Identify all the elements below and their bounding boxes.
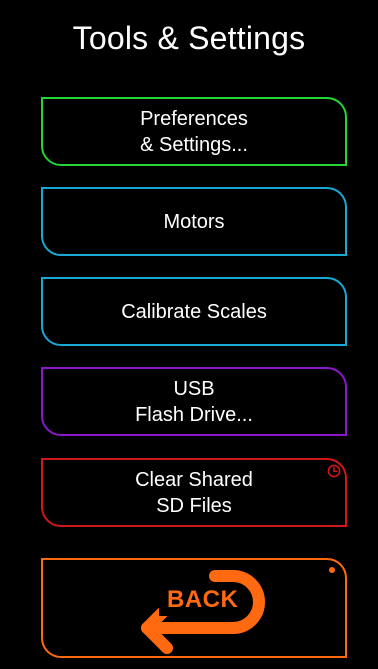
clear-sd-label-line2: SD Files <box>156 494 232 517</box>
usb-label-line1: USB <box>173 377 215 400</box>
usb-flash-drive-button[interactable]: USB Flash Drive... <box>41 367 347 436</box>
preferences-label-line2: & Settings... <box>140 133 248 156</box>
calibrate-scales-button[interactable]: Calibrate Scales <box>41 277 347 346</box>
clear-shared-sd-files-button[interactable]: Clear Shared SD Files <box>41 458 347 527</box>
page-title: Tools & Settings <box>72 20 306 56</box>
motors-button[interactable]: Motors <box>41 187 347 256</box>
back-label: BACK <box>167 586 239 613</box>
preferences-settings-button[interactable]: Preferences & Settings... <box>41 97 347 166</box>
usb-label-line2: Flash Drive... <box>135 403 253 426</box>
clock-icon <box>327 464 341 478</box>
calibrate-scales-label: Calibrate Scales <box>121 300 267 323</box>
back-button[interactable]: BACK <box>41 558 347 658</box>
motors-label: Motors <box>163 210 225 233</box>
clear-sd-label-line1: Clear Shared <box>135 468 253 491</box>
tools-settings-screen: Tools & Settings Preferences & Settings.… <box>0 0 378 669</box>
preferences-label-line1: Preferences <box>140 107 248 130</box>
